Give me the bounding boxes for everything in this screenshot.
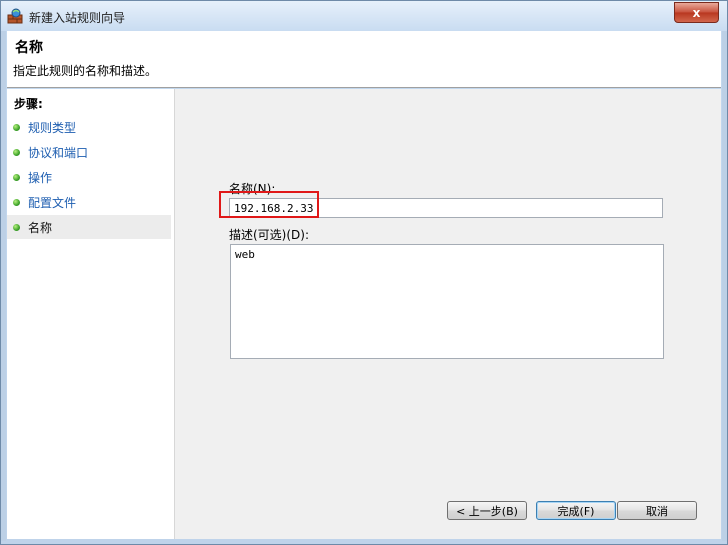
steps-title: 步骤: (14, 97, 43, 111)
step-label: 名称 (28, 221, 53, 235)
step-item-profile[interactable]: 配置文件 (7, 190, 171, 214)
page-title: 名称 (15, 40, 43, 56)
description-input[interactable]: web (230, 244, 664, 359)
right-frame-edge (722, 31, 727, 541)
steps-pane: 步骤: 规则类型 协议和端口 操作 配置文件 名称 (7, 89, 175, 539)
wizard-window: 新建入站规则向导 x 名称 指定此规则的名称和描述。 步骤: 规则类型 协议和端… (0, 0, 728, 545)
step-item-name[interactable]: 名称 (7, 215, 171, 239)
step-bullet-icon (13, 124, 20, 131)
back-button[interactable]: < 上一步(B) (447, 501, 527, 520)
window-title: 新建入站规则向导 (29, 11, 126, 25)
firewall-icon (7, 8, 23, 24)
step-item-action[interactable]: 操作 (7, 165, 171, 189)
close-icon: x (692, 5, 701, 20)
step-item-protocol-port[interactable]: 协议和端口 (7, 140, 171, 164)
left-frame-edge (1, 31, 6, 541)
page-description: 指定此规则的名称和描述。 (13, 64, 158, 78)
title-bar[interactable]: 新建入站规则向导 x (1, 1, 727, 31)
page-header: 名称 指定此规则的名称和描述。 (7, 31, 721, 88)
step-label: 配置文件 (28, 196, 77, 210)
step-item-rule-type[interactable]: 规则类型 (7, 115, 171, 139)
finish-button[interactable]: 完成(F) (536, 501, 616, 520)
close-button[interactable]: x (674, 2, 719, 23)
step-bullet-icon (13, 199, 20, 206)
step-bullet-icon (13, 149, 20, 156)
step-label: 操作 (28, 171, 53, 185)
step-label: 协议和端口 (28, 146, 89, 160)
description-field-label: 描述(可选)(D): (229, 228, 310, 242)
step-label: 规则类型 (28, 121, 77, 135)
step-bullet-icon (13, 174, 20, 181)
step-bullet-icon (13, 224, 20, 231)
cancel-button[interactable]: 取消 (617, 501, 697, 520)
highlight-box (219, 191, 319, 218)
